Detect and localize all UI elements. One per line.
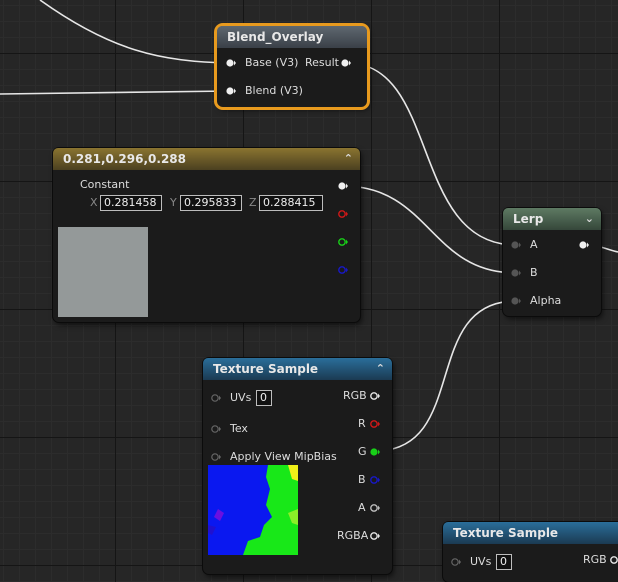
blend-input-label: Blend (V3) — [245, 84, 303, 97]
node-header[interactable]: Lerp ⌄ — [503, 208, 601, 230]
base-input-pin[interactable] — [226, 59, 236, 67]
color-preview-swatch — [58, 227, 148, 317]
node-header[interactable]: Blend_Overlay — [217, 26, 367, 48]
g-output-pin[interactable] — [370, 448, 380, 456]
result-output-pin[interactable] — [341, 59, 351, 67]
a-input-label: A — [530, 238, 538, 251]
texture-preview-thumbnail — [208, 465, 298, 555]
rgb-output-label: RGB — [583, 553, 607, 566]
material-graph-canvas[interactable]: Blend_Overlay Base (V3) Result Blend (V3… — [0, 0, 618, 582]
rgb-output-pin[interactable] — [338, 182, 348, 190]
result-output-label: Result — [305, 56, 339, 69]
rgb-output-pin[interactable] — [370, 392, 380, 400]
b-output-pin[interactable] — [370, 476, 380, 484]
uvs-value-input[interactable]: 0 — [256, 390, 272, 406]
r-output-label: R — [358, 417, 366, 430]
tex-input-label: Tex — [230, 422, 248, 435]
constant-vector-node[interactable]: 0.281,0.296,0.288 ⌃ Constant X 0.281458 … — [53, 148, 360, 322]
uvs-input-label: UVs — [470, 555, 492, 568]
mipbias-input-label: Apply View MipBias — [230, 450, 337, 463]
x-value-input[interactable]: 0.281458 — [100, 195, 162, 211]
z-axis-label: Z — [249, 196, 257, 209]
rgba-output-label: RGBA — [337, 529, 369, 542]
node-title: Texture Sample — [453, 526, 559, 540]
node-title: Blend_Overlay — [227, 30, 324, 44]
node-title: Lerp — [513, 212, 544, 226]
uvs-input-pin[interactable] — [211, 394, 221, 402]
blend-input-pin[interactable] — [226, 87, 236, 95]
b-output-label: B — [358, 473, 366, 486]
constant-label: Constant — [80, 178, 130, 191]
rgb-output-label: RGB — [343, 389, 367, 402]
tex-input-pin[interactable] — [211, 425, 221, 433]
alpha-input-label: Alpha — [530, 294, 562, 307]
base-input-label: Base (V3) — [245, 56, 299, 69]
node-title: Texture Sample — [213, 362, 319, 376]
wire-g-to-lerp-alpha — [374, 300, 517, 452]
y-axis-label: Y — [170, 196, 177, 209]
mipbias-input-pin[interactable] — [211, 453, 221, 461]
blend-overlay-node[interactable]: Blend_Overlay Base (V3) Result Blend (V3… — [217, 26, 367, 107]
uvs-input-pin[interactable] — [451, 558, 461, 566]
g-output-pin[interactable] — [338, 238, 348, 246]
collapse-chevron-icon[interactable]: ⌄ — [585, 208, 594, 230]
a-input-pin[interactable] — [511, 241, 521, 249]
x-axis-label: X — [90, 196, 98, 209]
b-input-label: B — [530, 266, 538, 279]
node-header[interactable]: Texture Sample — [443, 522, 618, 544]
collapse-chevron-icon[interactable]: ⌃ — [376, 358, 385, 380]
wire-constant-to-lerp-b — [342, 185, 517, 274]
node-title: 0.281,0.296,0.288 — [63, 152, 186, 166]
rgba-output-pin[interactable] — [370, 532, 380, 540]
z-value-input[interactable]: 0.288415 — [259, 195, 323, 211]
texture-sample-node-2[interactable]: Texture Sample UVs 0 RGB — [443, 522, 618, 582]
lerp-result-output-pin[interactable] — [579, 241, 589, 249]
texture-sample-node[interactable]: Texture Sample ⌃ UVs 0 Tex Apply View Mi… — [203, 358, 392, 574]
wire-blend-result-to-lerp-a — [346, 62, 517, 246]
lerp-node[interactable]: Lerp ⌄ A B Alpha — [503, 208, 601, 316]
rgb-output-pin[interactable] — [610, 556, 618, 564]
node-header[interactable]: Texture Sample ⌃ — [203, 358, 392, 380]
a-output-pin[interactable] — [370, 504, 380, 512]
uvs-input-label: UVs — [230, 391, 252, 404]
collapse-chevron-icon[interactable]: ⌃ — [344, 148, 353, 170]
wire-to-blend-base — [39, 0, 232, 64]
b-input-pin[interactable] — [511, 269, 521, 277]
wire-to-blend-blend — [0, 90, 232, 95]
r-output-pin[interactable] — [338, 210, 348, 218]
g-output-label: G — [358, 445, 367, 458]
node-header[interactable]: 0.281,0.296,0.288 ⌃ — [53, 148, 360, 170]
y-value-input[interactable]: 0.295833 — [180, 195, 242, 211]
uvs-value-input[interactable]: 0 — [496, 554, 512, 570]
alpha-input-pin[interactable] — [511, 297, 521, 305]
r-output-pin[interactable] — [370, 420, 380, 428]
a-output-label: A — [358, 501, 366, 514]
b-output-pin[interactable] — [338, 266, 348, 274]
